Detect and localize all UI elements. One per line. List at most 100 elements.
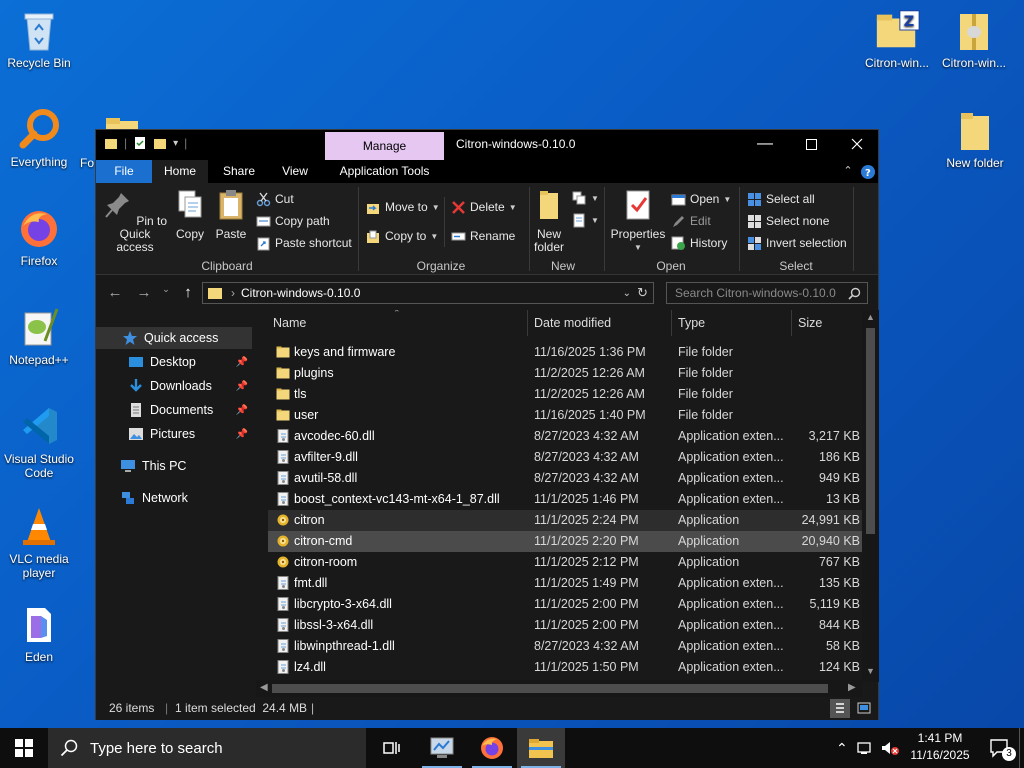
back-button[interactable]: ← [105,284,125,302]
nav-item-quick-access[interactable]: Quick access [96,327,252,349]
scroll-down-icon[interactable]: ▼ [866,666,875,676]
address-dropdown-icon[interactable]: ⌄ [623,288,631,299]
open-button[interactable]: Open ▼ [671,190,731,208]
cut-button[interactable]: Cut [256,190,294,208]
desktop-icon-firefox[interactable]: Firefox [0,204,78,268]
desktop-icon-new-folder[interactable]: New folder [936,106,1014,170]
file-row[interactable]: boost_context-vc143-mt-x64-1_87.dll 11/1/… [268,489,862,510]
new-folder-button[interactable]: New folder [530,189,568,254]
file-row[interactable]: keys and firmware 11/16/2025 1:36 PM File … [268,342,862,363]
column-divider[interactable] [527,310,528,336]
nav-item-downloads[interactable]: Downloads 📌 [96,375,252,397]
select-none-button[interactable]: Select none [747,212,829,230]
copy-to-button[interactable]: Copy to ▼ [366,227,438,245]
tab-share[interactable]: Share [212,160,266,183]
vertical-scroll-thumb[interactable] [866,328,875,534]
desktop-icon-vscode[interactable]: Visual Studio Code [0,402,78,480]
recent-locations-button[interactable]: ⌄ [156,284,176,302]
select-all-button[interactable]: Select all [747,190,815,208]
file-row[interactable]: user 11/16/2025 1:40 PM File folder [268,405,862,426]
nav-item-pictures[interactable]: Pictures 📌 [96,423,252,445]
title-bar[interactable]: | ▾ | Manage Citron-windows-0.10.0 — [96,130,878,160]
file-row[interactable]: libssl-3-x64.dll 11/1/2025 2:00 PM Applica… [268,615,862,636]
tab-home[interactable]: Home [152,160,208,183]
tab-manage[interactable]: Manage [325,132,444,160]
new-folder-icon[interactable] [153,136,167,150]
large-icons-view-button[interactable] [854,699,874,718]
tab-application-tools[interactable]: Application Tools [325,160,444,183]
address-bar[interactable]: › Citron-windows-0.10.0 ⌄ ↻ [202,282,654,304]
delete-button[interactable]: Delete ▼ [451,198,517,216]
desktop-icon-eden[interactable]: Eden [0,600,78,664]
desktop-icon-vlc[interactable]: VLC media player [0,502,78,580]
move-to-button[interactable]: Move to ▼ [366,198,440,216]
pin-to-quick-access-button[interactable]: Pin to Quick access [102,189,168,254]
taskbar-clock[interactable]: 1:41 PM 11/16/2025 [906,730,974,764]
desktop-icon-recycle-bin[interactable]: Recycle Bin [0,6,78,70]
properties-button[interactable]: Properties ▼ [608,189,668,254]
file-row[interactable]: libwinpthread-1.dll 8/27/2023 4:32 AM Appl… [268,636,862,657]
show-desktop-button[interactable] [1019,728,1024,768]
task-view-button[interactable] [368,728,416,768]
refresh-icon[interactable]: ↻ [637,285,648,301]
column-divider[interactable] [671,310,672,336]
paste-button[interactable]: Paste [212,189,250,241]
show-hidden-icons-icon[interactable]: ⌃ [836,740,848,757]
customize-qat-icon[interactable]: ▾ [173,138,178,149]
scroll-right-icon[interactable]: ▶ [848,682,856,693]
file-row[interactable]: fmt.dll 11/1/2025 1:49 PM Application exte… [268,573,862,594]
file-row[interactable]: lz4.dll 11/1/2025 1:50 PM Application exte… [268,657,862,678]
file-row[interactable]: citron 11/1/2025 2:24 PM Application 24,991… [268,510,862,531]
start-button[interactable] [0,728,48,768]
file-row[interactable]: avutil-58.dll 8/27/2023 4:32 AM Applicatio… [268,468,862,489]
easy-access-button[interactable]: ▼ [572,211,599,229]
desktop-icon-everything[interactable]: Everything [0,105,78,169]
history-button[interactable]: History [671,234,727,252]
close-button[interactable] [834,130,880,158]
network-status-icon[interactable] [856,740,874,756]
maximize-button[interactable] [788,130,834,158]
tab-view[interactable]: View [268,160,322,183]
column-header-date[interactable]: Date modified [529,310,669,336]
edit-button[interactable]: Edit [671,212,711,230]
help-icon[interactable]: ? [860,164,876,180]
tab-file[interactable]: File [96,160,152,183]
taskbar-app-control-panel[interactable] [418,728,466,768]
file-row[interactable]: citron-cmd 11/1/2025 2:20 PM Application 20… [268,531,862,552]
taskbar-app-file-explorer[interactable] [517,728,565,768]
collapse-ribbon-icon[interactable]: ⌃ [840,164,856,180]
breadcrumb-current[interactable]: Citron-windows-0.10.0 [241,286,360,300]
file-row[interactable]: citron-room 11/1/2025 2:12 PM Application 7… [268,552,862,573]
up-button[interactable]: ↑ [178,284,198,302]
paste-shortcut-button[interactable]: Paste shortcut [256,234,352,252]
taskbar-search-box[interactable]: Type here to search [48,728,366,768]
scroll-left-icon[interactable]: ◀ [260,682,268,693]
minimize-button[interactable]: — [742,130,788,158]
column-header-type[interactable]: Type [673,310,787,336]
nav-item-desktop[interactable]: Desktop 📌 [96,351,252,373]
properties-icon[interactable] [133,136,147,150]
file-row[interactable]: avfilter-9.dll 8/27/2023 4:32 AM Applicati… [268,447,862,468]
horizontal-scrollbar[interactable]: ◀ ▶ [256,680,862,697]
volume-muted-icon[interactable] [880,740,900,756]
copy-path-button[interactable]: Copy path [256,212,330,230]
file-row[interactable]: tls 11/2/2025 12:26 AM File folder [268,384,862,405]
copy-button[interactable]: Copy [172,189,208,241]
forward-button[interactable]: → [134,284,154,302]
invert-selection-button[interactable]: Invert selection [747,234,847,252]
nav-item-this-pc[interactable]: This PC [96,455,252,477]
desktop-icon-notepadpp[interactable]: Notepad++ [0,303,78,367]
column-divider[interactable] [791,310,792,336]
details-view-button[interactable] [830,699,850,718]
taskbar-app-firefox[interactable] [468,728,516,768]
search-input[interactable]: Search Citron-windows-0.10.0 [666,282,868,304]
file-row[interactable]: plugins 11/2/2025 12:26 AM File folder [268,363,862,384]
desktop-icon-citron-folder[interactable]: Citron-win... [935,6,1013,70]
horizontal-scroll-thumb[interactable] [272,684,828,693]
nav-item-network[interactable]: Network [96,487,252,509]
rename-button[interactable]: Rename [451,227,515,245]
new-item-button[interactable]: ▼ [572,189,599,207]
file-row[interactable]: avcodec-60.dll 8/27/2023 4:32 AM Applicati… [268,426,862,447]
column-header-size[interactable]: Size [793,310,859,336]
desktop-icon-citron-zip[interactable]: Z Citron-win... [858,6,936,70]
